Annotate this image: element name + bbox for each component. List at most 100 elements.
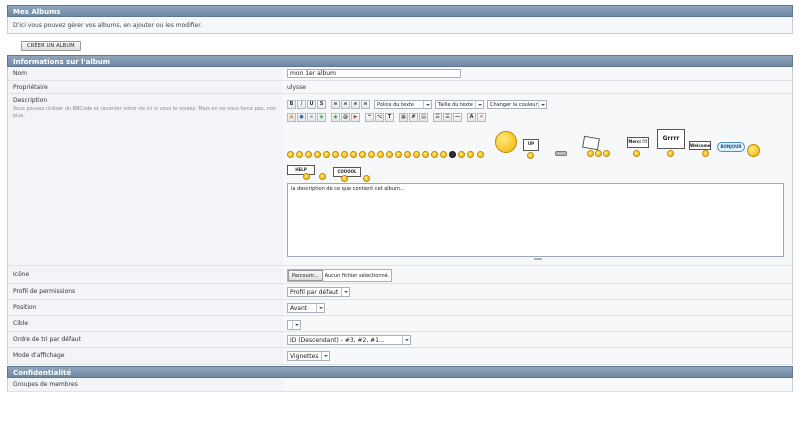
field-row-groups: Groupes de membres xyxy=(7,378,793,392)
browse-button[interactable]: Parcourir... xyxy=(288,270,323,281)
smile-icon[interactable] xyxy=(359,151,366,158)
image-icon[interactable]: ▣ xyxy=(287,113,296,122)
strike-icon[interactable]: S xyxy=(317,100,326,109)
smiley-panel: UP Merci !!! Grrrr Welcome BONJOUR HELP xyxy=(287,125,788,183)
bonjour-bubble-icon[interactable]: BONJOUR xyxy=(717,142,745,152)
big-smiley-icon[interactable] xyxy=(495,131,517,153)
smile-icon[interactable] xyxy=(431,151,438,158)
flash-icon[interactable]: ◉ xyxy=(331,113,340,122)
smile-icon[interactable] xyxy=(296,151,303,158)
smile-icon[interactable] xyxy=(413,151,420,158)
up-sign-icon[interactable]: UP xyxy=(523,139,539,151)
horizontal-rule-icon[interactable]: — xyxy=(453,113,462,122)
field-label: Groupes de membres xyxy=(13,381,78,388)
smile-icon[interactable] xyxy=(287,151,294,158)
smile-icon[interactable] xyxy=(422,151,429,158)
name-input[interactable]: mon 1er album xyxy=(287,69,461,78)
smile-icon[interactable] xyxy=(467,151,474,158)
media-icon[interactable]: ◉ xyxy=(317,113,326,122)
icon-file-input[interactable]: Parcourir... Aucun fichier sélectionné. xyxy=(287,269,393,282)
sign-smiley-icon[interactable] xyxy=(582,135,600,151)
chevron-down-icon xyxy=(423,100,431,109)
chevron-down-icon xyxy=(402,336,410,344)
ninja-smiley-icon[interactable] xyxy=(449,151,456,158)
text-icon[interactable]: T xyxy=(385,113,394,122)
color-select[interactable]: Changer la couleur xyxy=(487,100,547,109)
grrrr-sign-icon[interactable]: Grrrr xyxy=(657,129,685,149)
sleep-smiley-icon[interactable] xyxy=(555,151,567,156)
hide-icon[interactable]: # xyxy=(409,113,418,122)
display-select[interactable]: Vignettes xyxy=(287,351,331,361)
smile-icon[interactable] xyxy=(477,151,484,158)
smile-icon[interactable] xyxy=(587,150,594,157)
bbcode-toolbar-row-1: B / U S ≡ ≡ ≡ ≡ Police du texte Taille d… xyxy=(287,99,788,110)
create-album-button[interactable]: CRÉER UN ALBUM xyxy=(21,41,81,51)
smile-icon[interactable] xyxy=(377,151,384,158)
align-right-icon[interactable]: ≡ xyxy=(351,100,360,109)
toolbar: CRÉER UN ALBUM xyxy=(7,34,793,51)
smile-icon[interactable] xyxy=(323,151,330,158)
numbered-list-icon[interactable]: ☰ xyxy=(443,113,452,122)
description-textarea[interactable]: la description de ce que contient cet al… xyxy=(287,183,784,260)
smile-icon[interactable] xyxy=(395,151,402,158)
chevron-down-icon xyxy=(316,304,324,312)
close-tags-icon[interactable]: ✕ xyxy=(477,113,486,122)
smile-icon[interactable] xyxy=(314,151,321,158)
target-select[interactable] xyxy=(287,320,301,330)
youtube-icon[interactable]: ▶ xyxy=(351,113,360,122)
remove-format-icon[interactable]: A xyxy=(467,113,476,122)
smile-icon[interactable] xyxy=(603,150,610,157)
smile-icon[interactable] xyxy=(332,151,339,158)
description-editor: B / U S ≡ ≡ ≡ ≡ Police du texte Taille d… xyxy=(283,94,792,265)
smile-icon[interactable] xyxy=(350,151,357,158)
smile-icon[interactable] xyxy=(633,150,640,157)
position-select[interactable]: Avant xyxy=(287,303,325,313)
permissions-select[interactable]: Profil par défaut xyxy=(287,287,351,297)
sort-select[interactable]: ID (Descendant) - #3, #2, #1... xyxy=(287,335,411,345)
underline-icon[interactable]: U xyxy=(307,100,316,109)
smile-icon[interactable] xyxy=(386,151,393,158)
smile-icon[interactable] xyxy=(305,151,312,158)
spoiler-icon[interactable]: ▤ xyxy=(419,113,428,122)
smile-icon[interactable] xyxy=(319,173,326,180)
bold-icon[interactable]: B xyxy=(287,100,296,109)
quote-icon[interactable]: ❝ xyxy=(365,113,374,122)
smile-icon[interactable] xyxy=(303,173,310,180)
font-select[interactable]: Police du texte xyxy=(374,100,432,109)
email-icon[interactable]: @ xyxy=(341,113,350,122)
smile-icon[interactable] xyxy=(341,175,348,182)
smile-icon[interactable] xyxy=(404,151,411,158)
code-icon[interactable]: ⌥ xyxy=(375,113,384,122)
color-select-value: Changer la couleur xyxy=(490,101,538,108)
merci-sign-icon[interactable]: Merci !!! xyxy=(627,137,649,148)
resize-handle[interactable] xyxy=(534,258,542,260)
smile-icon[interactable] xyxy=(368,151,375,158)
field-row-owner: Propriétaire ulysse xyxy=(7,81,793,94)
list-icon[interactable]: ☰ xyxy=(433,113,442,122)
smile-icon[interactable] xyxy=(440,151,447,158)
description-hint: Vous pouvez utiliser du BBCode et racont… xyxy=(13,106,277,119)
size-select[interactable]: Taille du texte xyxy=(435,100,484,109)
smile-icon[interactable] xyxy=(527,152,534,159)
smile-icon[interactable] xyxy=(341,151,348,158)
globe-icon[interactable]: ● xyxy=(297,113,306,122)
link-icon[interactable]: ∞ xyxy=(307,113,316,122)
table-icon[interactable]: ▦ xyxy=(399,113,408,122)
section-header-info: Informations sur l'album xyxy=(7,55,793,67)
smile-icon[interactable] xyxy=(702,150,709,157)
help-sign-icon[interactable]: HELP xyxy=(287,165,315,175)
italic-icon[interactable]: / xyxy=(297,100,306,109)
align-center-icon[interactable]: ≡ xyxy=(341,100,350,109)
smile-icon[interactable] xyxy=(595,150,602,157)
chevron-down-icon xyxy=(341,288,349,296)
position-value: Avant xyxy=(290,304,308,312)
justify-icon[interactable]: ≡ xyxy=(361,100,370,109)
page-intro: D'ici vous pouvez gérer vos albums, en a… xyxy=(7,17,793,34)
welcome-sign-icon[interactable]: Welcome xyxy=(689,141,711,150)
smile-icon[interactable] xyxy=(667,150,674,157)
smile-icon[interactable] xyxy=(363,175,370,182)
field-label: Cible xyxy=(13,320,29,327)
smile-icon[interactable] xyxy=(458,151,465,158)
align-left-icon[interactable]: ≡ xyxy=(331,100,340,109)
smile-icon[interactable] xyxy=(747,144,760,157)
